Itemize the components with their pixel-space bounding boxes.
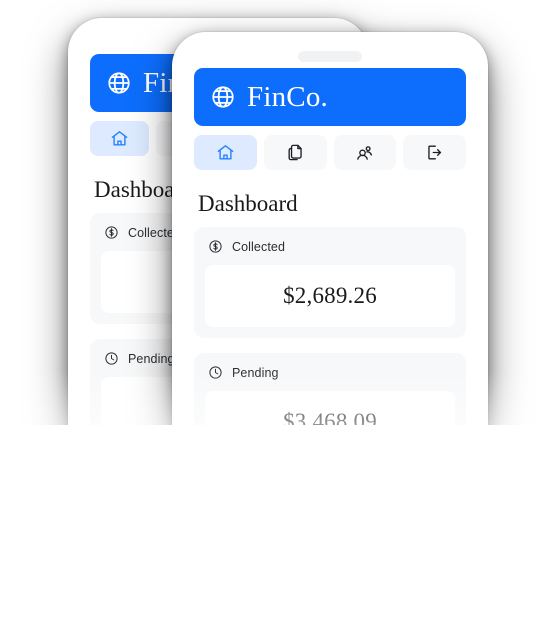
stat-label-collected: Collected bbox=[232, 239, 286, 254]
app-bar: FinCo. bbox=[194, 68, 466, 126]
stat-value-box-collected: $2,689.26 bbox=[205, 265, 455, 327]
home-icon bbox=[216, 143, 235, 162]
stat-card-collected: Collected $2,689.26 bbox=[194, 227, 466, 338]
nav-bar bbox=[194, 135, 466, 170]
stat-label-pending: Pending bbox=[232, 365, 279, 380]
users-icon bbox=[355, 143, 374, 162]
dollar-circle-icon bbox=[208, 239, 223, 254]
dollar-circle-icon bbox=[104, 225, 119, 240]
sign-out-icon bbox=[425, 143, 444, 162]
nav-item-home[interactable] bbox=[194, 135, 257, 170]
clock-icon bbox=[208, 365, 223, 380]
brand-name: FinCo. bbox=[247, 80, 328, 113]
stat-label-pending-back: Pending bbox=[128, 351, 175, 366]
phone-notch-front bbox=[298, 51, 362, 62]
globe-icon bbox=[106, 70, 132, 96]
shadow-clip-band bbox=[0, 425, 560, 620]
documents-icon bbox=[286, 143, 305, 162]
mockup-scene: FinCo. bbox=[0, 0, 560, 620]
nav-item-home-back[interactable] bbox=[90, 121, 149, 156]
clock-icon bbox=[104, 351, 119, 366]
page-title: Dashboard bbox=[198, 191, 298, 216]
nav-item-invoices[interactable] bbox=[263, 135, 327, 170]
stat-value-collected: $2,689.26 bbox=[283, 283, 377, 308]
globe-icon bbox=[210, 84, 236, 110]
nav-item-logout[interactable] bbox=[403, 135, 466, 170]
nav-item-clients[interactable] bbox=[333, 135, 397, 170]
stat-head-collected: Collected bbox=[205, 239, 455, 254]
stat-head-pending: Pending bbox=[205, 365, 455, 380]
home-icon bbox=[110, 129, 129, 148]
